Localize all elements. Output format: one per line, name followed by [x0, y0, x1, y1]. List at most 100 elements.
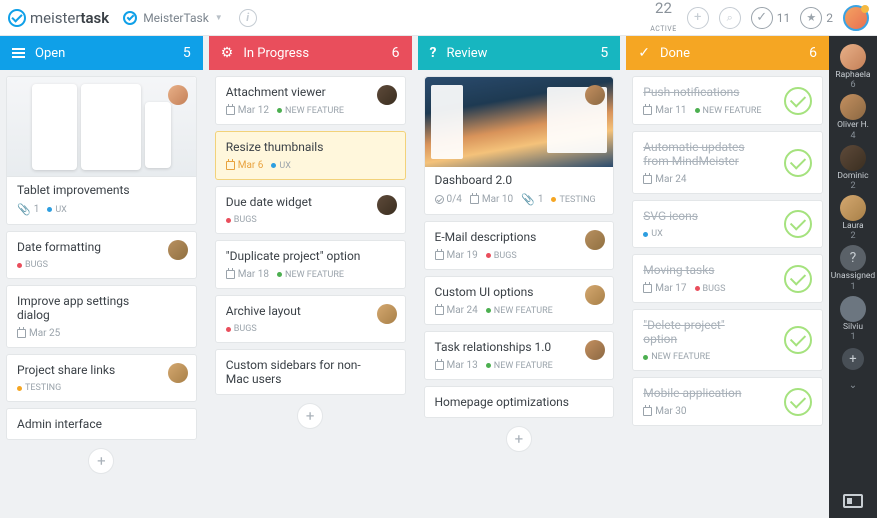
star-count: 2	[826, 11, 833, 25]
task-card[interactable]: "Delete project" option NEW FEATURE	[632, 309, 823, 371]
logo[interactable]: meistertask	[8, 9, 109, 27]
user-name: Dominic	[837, 172, 868, 181]
task-title: Attachment viewer	[226, 85, 395, 99]
task-card[interactable]: Archive layout BUGS	[215, 295, 406, 343]
assignee-avatar	[168, 85, 188, 105]
user-avatar-icon	[840, 195, 866, 221]
task-card[interactable]: Date formatting BUGS	[6, 231, 197, 279]
add-member-button[interactable]: +	[842, 348, 864, 370]
task-title: Tablet improvements	[17, 183, 186, 197]
task-card[interactable]: Homepage optimizations	[424, 386, 615, 418]
column-title: In Progress	[243, 46, 309, 61]
user-count: 2	[840, 231, 866, 241]
user-avatar[interactable]	[843, 5, 869, 31]
column-header-open[interactable]: Open 5	[0, 36, 203, 70]
task-title: Task relationships 1.0	[435, 340, 604, 354]
assignee-avatar	[377, 195, 397, 215]
task-card[interactable]: Tablet improvements 📎1 UX	[6, 76, 197, 225]
task-title: "Duplicate project" option	[226, 249, 395, 263]
task-tag: NEW FEATURE	[277, 106, 344, 116]
project-check-icon	[123, 11, 137, 25]
gear-icon: ⚙	[221, 45, 234, 61]
task-tag: TESTING	[17, 383, 61, 393]
task-title: Custom sidebars for non-Mac users	[226, 358, 395, 386]
column-header-review[interactable]: ? Review 5	[418, 36, 621, 70]
task-card[interactable]: Custom UI options Mar 24NEW FEATURE	[424, 276, 615, 325]
search-icon[interactable]: ⌕	[719, 7, 741, 29]
column-done: ✓ Done 6 Push notifications Mar 11NEW FE…	[626, 36, 829, 518]
add-task-button[interactable]: +	[297, 403, 323, 429]
task-card[interactable]: Push notifications Mar 11NEW FEATURE	[632, 76, 823, 125]
task-card[interactable]: SVG icons UX	[632, 200, 823, 248]
star-icon: ★	[800, 7, 822, 29]
caret-down-icon: ▼	[215, 13, 223, 22]
done-check-icon	[784, 149, 812, 177]
sidebar-user-unassigned[interactable]: ?Unassigned1	[831, 245, 875, 291]
task-title: E-Mail descriptions	[435, 230, 604, 244]
task-title: Archive layout	[226, 304, 395, 318]
expand-icon[interactable]: ⌄	[849, 380, 857, 391]
sidebar-user[interactable]: Laura2	[840, 195, 866, 241]
board: Open 5 Tablet improvements 📎1 UX	[0, 36, 877, 518]
task-card[interactable]: "Duplicate project" option Mar 18NEW FEA…	[215, 240, 406, 289]
task-date: Mar 12	[226, 105, 269, 116]
task-card[interactable]: Automatic updates from MindMeister Mar 2…	[632, 131, 823, 194]
column-header-done[interactable]: ✓ Done 6	[626, 36, 829, 70]
paperclip-icon: 📎	[521, 193, 535, 206]
task-card[interactable]: Due date widget BUGS	[215, 186, 406, 234]
project-name: MeisterTask	[143, 11, 209, 25]
task-title: "Delete project" option	[643, 318, 778, 346]
user-avatar-icon	[840, 296, 866, 322]
user-count: 1	[831, 282, 875, 292]
task-card[interactable]: Resize thumbnails Mar 6UX	[215, 131, 406, 180]
column-header-progress[interactable]: ⚙ In Progress 6	[209, 36, 412, 70]
task-title: Due date widget	[226, 195, 395, 209]
column-count: 5	[600, 45, 608, 61]
paperclip-icon: 📎	[17, 203, 31, 216]
column-body: Dashboard 2.0 0/4 Mar 10 📎1 TESTING E-Ma…	[418, 70, 621, 518]
column-review: ? Review 5 Dashboard 2.0 0/4 Mar 10 📎1 T…	[418, 36, 621, 518]
task-card[interactable]: Task relationships 1.0 Mar 13NEW FEATURE	[424, 331, 615, 380]
layout-toggle-icon[interactable]	[843, 494, 863, 508]
task-date: Mar 10	[470, 194, 513, 205]
sidebar-user[interactable]: Dominic2	[837, 145, 868, 191]
task-card[interactable]: Admin interface	[6, 408, 197, 440]
task-date: Mar 11	[643, 105, 686, 116]
column-title: Review	[446, 46, 487, 61]
task-title: Push notifications	[643, 85, 778, 99]
user-name: Silviu	[840, 323, 866, 332]
task-date: Mar 6	[226, 160, 264, 171]
task-card[interactable]: Attachment viewer Mar 12 NEW FEATURE	[215, 76, 406, 125]
check-icon: ✓	[751, 7, 773, 29]
sidebar-user[interactable]: Raphaela6	[835, 44, 870, 90]
info-icon[interactable]: i	[239, 9, 257, 27]
star-stat[interactable]: ★ 2	[800, 7, 833, 29]
assignee-avatar	[168, 363, 188, 383]
task-title: Mobile application	[643, 386, 778, 400]
task-card[interactable]: Project share links TESTING	[6, 354, 197, 402]
project-selector[interactable]: MeisterTask ▼	[123, 11, 223, 25]
task-card[interactable]: Moving tasks Mar 17BUGS	[632, 254, 823, 303]
done-stat[interactable]: ✓ 11	[751, 7, 791, 29]
task-tag: BUGS	[226, 324, 257, 334]
header-right: 22 ACTIVE + ⌕ ✓ 11 ★ 2	[650, 1, 869, 35]
task-card[interactable]: Custom sidebars for non-Mac users	[215, 349, 406, 395]
calendar-icon	[435, 251, 444, 260]
column-progress: ⚙ In Progress 6 Attachment viewer Mar 12…	[209, 36, 412, 518]
task-card[interactable]: Mobile application Mar 30	[632, 377, 823, 426]
calendar-icon	[435, 361, 444, 370]
task-date: Mar 19	[435, 250, 478, 261]
column-body: Attachment viewer Mar 12 NEW FEATURE Resi…	[209, 70, 412, 518]
calendar-icon	[226, 161, 235, 170]
add-task-button[interactable]: +	[506, 426, 532, 452]
add-icon[interactable]: +	[687, 7, 709, 29]
attachment-count: 📎1	[17, 203, 39, 216]
task-card[interactable]: Improve app settings dialog Mar 25	[6, 285, 197, 348]
sidebar-user[interactable]: Oliver H.4	[837, 94, 869, 140]
header: meistertask MeisterTask ▼ i 22 ACTIVE + …	[0, 0, 877, 36]
task-card[interactable]: E-Mail descriptions Mar 19BUGS	[424, 221, 615, 270]
add-task-button[interactable]: +	[88, 448, 114, 474]
task-card[interactable]: Dashboard 2.0 0/4 Mar 10 📎1 TESTING	[424, 76, 615, 215]
sidebar-user[interactable]: Silviu1	[840, 296, 866, 342]
active-count[interactable]: 22 ACTIVE	[650, 1, 677, 35]
